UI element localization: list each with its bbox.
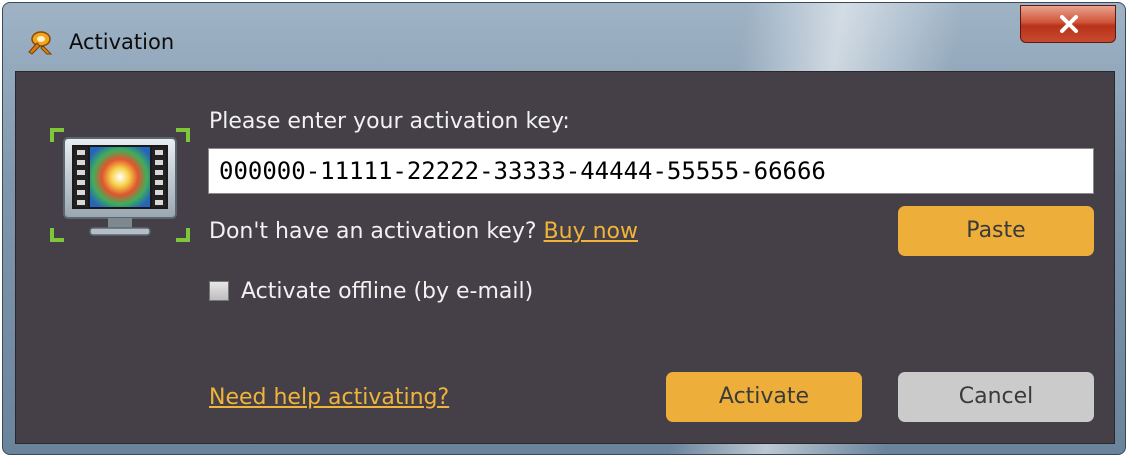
activation-window: Activation Please enter your activation … [2, 2, 1126, 455]
cancel-button[interactable]: Cancel [898, 372, 1094, 422]
no-key-text: Don't have an activation key? Buy now [209, 218, 638, 246]
activation-key-prompt: Please enter your activation key: [209, 109, 570, 134]
activate-offline-label[interactable]: Activate offline (by e-mail) [241, 279, 533, 304]
title-bar[interactable]: Activation [3, 3, 1125, 71]
no-key-label: Don't have an activation key? [209, 219, 537, 244]
window-title: Activation [69, 30, 175, 54]
paste-button[interactable]: Paste [898, 206, 1094, 256]
monitor-icon [50, 128, 190, 244]
activate-button[interactable]: Activate [666, 372, 862, 422]
activate-offline-checkbox[interactable] [209, 281, 229, 301]
dialog-content: Please enter your activation key: 000000… [15, 71, 1115, 444]
buy-now-link[interactable]: Buy now [544, 219, 638, 244]
close-icon [1060, 15, 1078, 33]
need-help-link[interactable]: Need help activating? [209, 384, 449, 412]
close-button[interactable] [1020, 5, 1116, 43]
activation-key-input[interactable]: 000000-11111-22222-33333-44444-55555-666… [208, 148, 1094, 194]
app-logo-icon [25, 26, 55, 56]
offline-option[interactable]: Activate offline (by e-mail) [209, 277, 533, 305]
